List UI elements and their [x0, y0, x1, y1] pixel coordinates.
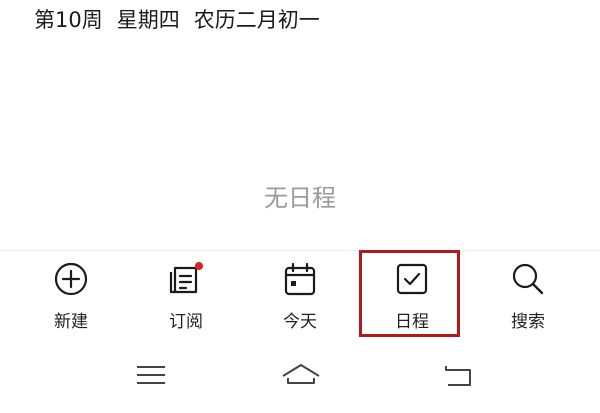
calendar-screen: 第10周 星期四 农历二月初一 无日程 新建 订阅 今天 日程 搜索	[0, 0, 600, 413]
date-header: 第10周 星期四 农历二月初一	[34, 4, 320, 36]
plus-circle-icon	[54, 262, 88, 296]
schedule-button[interactable]: 日程	[357, 252, 467, 340]
search-icon	[512, 263, 544, 295]
week-number: 第10周	[34, 8, 103, 32]
back-icon[interactable]	[436, 358, 480, 392]
search-button[interactable]: 搜索	[473, 252, 583, 340]
home-icon[interactable]	[279, 358, 323, 392]
toolbar-divider	[0, 250, 600, 251]
subscribe-label: 订阅	[169, 312, 203, 332]
new-event-label: 新建	[54, 312, 88, 332]
calendar-today-icon	[284, 262, 316, 296]
schedule-check-icon	[396, 263, 428, 295]
notification-dot	[195, 262, 203, 270]
search-label: 搜索	[511, 312, 545, 332]
new-event-button[interactable]: 新建	[16, 252, 126, 340]
empty-schedule-message: 无日程	[264, 184, 336, 212]
today-label: 今天	[283, 312, 317, 332]
subscribe-button[interactable]: 订阅	[131, 252, 241, 340]
bottom-toolbar: 新建 订阅 今天 日程 搜索	[0, 252, 600, 340]
lunar-date: 农历二月初一	[193, 8, 320, 32]
today-button[interactable]: 今天	[245, 252, 355, 340]
system-navigation-bar	[0, 350, 600, 400]
weekday: 星期四	[116, 8, 180, 32]
subscribe-icon	[169, 262, 203, 294]
schedule-label: 日程	[395, 312, 429, 332]
menu-icon[interactable]	[129, 358, 173, 392]
